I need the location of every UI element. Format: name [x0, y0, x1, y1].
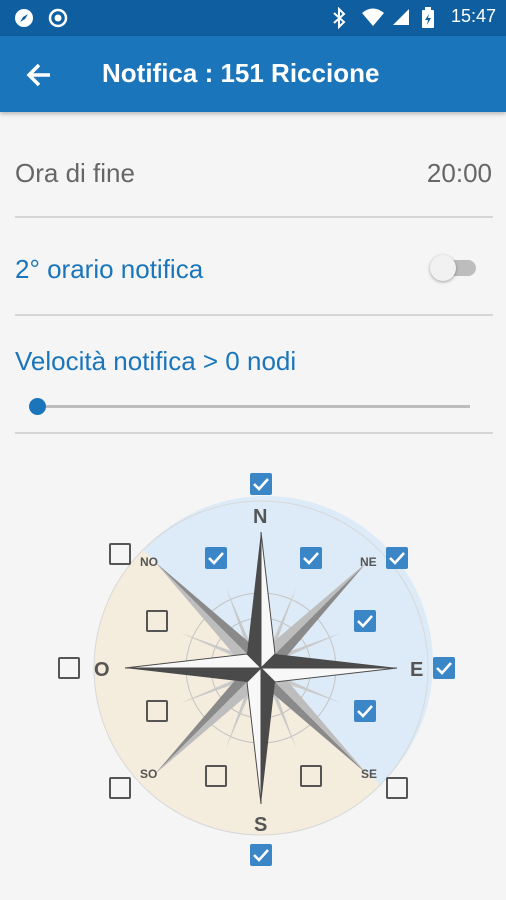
label-se: SE — [361, 767, 378, 781]
label-no: NO — [140, 555, 158, 569]
checkbox-s[interactable] — [250, 844, 272, 866]
page-title: Notifica : 151 Riccione — [102, 58, 380, 88]
check-icon — [208, 552, 224, 565]
check-icon — [436, 662, 452, 675]
check-icon — [303, 552, 319, 565]
status-time: 15:47 — [450, 6, 496, 26]
checkbox-ono[interactable] — [146, 610, 168, 632]
label-o: O — [94, 659, 110, 681]
checkbox-ene[interactable] — [354, 610, 376, 632]
target-icon — [48, 8, 68, 28]
checkbox-n[interactable] — [250, 473, 272, 495]
divider — [15, 432, 493, 434]
checkbox-se[interactable] — [386, 777, 408, 799]
checkbox-so[interactable] — [109, 777, 131, 799]
label-so: SO — [140, 767, 158, 781]
check-icon — [357, 615, 373, 628]
checkbox-nno[interactable] — [205, 547, 227, 569]
end-time-value[interactable]: 20:00 — [427, 158, 492, 189]
toggle-thumb[interactable] — [430, 255, 456, 281]
battery-icon — [421, 6, 441, 28]
divider — [15, 216, 493, 218]
label-ne: NE — [360, 555, 377, 569]
speed-slider[interactable] — [30, 405, 470, 408]
checkbox-ese[interactable] — [354, 700, 376, 722]
checkbox-sse[interactable] — [300, 765, 322, 787]
signal-icon — [391, 7, 411, 27]
second-schedule-label: 2° orario notifica — [15, 254, 204, 284]
arrow-left-icon — [26, 63, 50, 87]
check-icon — [357, 705, 373, 718]
checkbox-sso[interactable] — [205, 765, 227, 787]
divider — [15, 314, 493, 316]
checkbox-ne[interactable] — [386, 547, 408, 569]
checkbox-oso[interactable] — [146, 700, 168, 722]
status-bar: 15:47 — [0, 0, 506, 36]
checkbox-no[interactable] — [109, 543, 131, 565]
label-n: N — [253, 506, 268, 528]
speed-label: Velocità notifica > 0 nodi — [15, 346, 297, 376]
checkbox-nne[interactable] — [300, 547, 322, 569]
label-s: S — [254, 814, 268, 836]
compass-rose: N S E O NO NE SO SE — [0, 440, 506, 900]
check-icon — [253, 849, 269, 862]
bluetooth-icon — [331, 6, 351, 29]
end-time-label[interactable]: Ora di fine — [15, 158, 493, 189]
check-icon — [389, 552, 405, 565]
app-bar: Notifica : 151 Riccione — [0, 36, 506, 112]
back-button[interactable] — [22, 58, 56, 92]
check-icon — [253, 478, 269, 491]
checkbox-e[interactable] — [433, 657, 455, 679]
slider-thumb[interactable] — [29, 398, 46, 415]
checkbox-o[interactable] — [58, 657, 80, 679]
compass-icon — [14, 8, 34, 28]
wifi-icon — [361, 7, 384, 27]
label-e: E — [410, 659, 424, 681]
